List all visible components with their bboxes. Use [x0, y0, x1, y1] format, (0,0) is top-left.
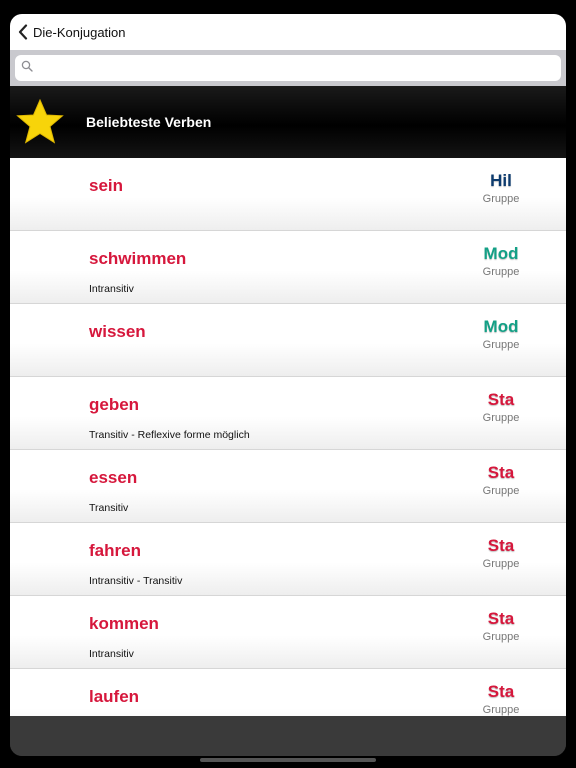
chevron-left-icon	[18, 24, 28, 40]
search-input[interactable]	[37, 59, 561, 77]
group-badge: Sta Gruppe	[472, 682, 530, 716]
app-screen: Die-Konjugation Beliebteste Verben sein …	[10, 14, 566, 756]
group-badge: Mod Gruppe	[472, 317, 530, 351]
list-item[interactable]: sein Hil Gruppe	[10, 158, 566, 231]
group-label: Gruppe	[482, 339, 520, 351]
back-button[interactable]: Die-Konjugation	[18, 24, 126, 40]
group-label: Gruppe	[482, 266, 520, 278]
verb-name: schwimmen	[89, 249, 187, 268]
group-code: Mod	[483, 317, 519, 336]
group-code: Sta	[487, 390, 515, 409]
group-badge: Mod Gruppe	[472, 244, 530, 278]
list-item[interactable]: kommen Intransitiv Sta Gruppe	[10, 596, 566, 669]
list-item[interactable]: essen Transitiv Sta Gruppe	[10, 450, 566, 523]
group-code: Hil	[490, 171, 512, 190]
group-badge: Sta Gruppe	[472, 536, 530, 570]
section-header: Beliebteste Verben	[10, 86, 566, 158]
group-code: Sta	[487, 609, 515, 628]
list-item[interactable]: fahren Intransitiv - Transitiv Sta Grupp…	[10, 523, 566, 596]
group-badge: Sta Gruppe	[472, 390, 530, 424]
verb-type: Transitiv - Reflexive forme möglich	[89, 429, 250, 441]
section-title: Beliebteste Verben	[86, 114, 212, 130]
group-code: Sta	[487, 463, 515, 482]
search-field[interactable]	[15, 55, 561, 81]
list-item[interactable]: geben Transitiv - Reflexive forme möglic…	[10, 377, 566, 450]
group-label: Gruppe	[482, 704, 520, 716]
navigation-bar: Die-Konjugation	[10, 14, 566, 50]
group-badge: Sta Gruppe	[472, 463, 530, 497]
search-bar	[10, 50, 566, 86]
verb-name: essen	[89, 468, 138, 487]
back-button-label: Die-Konjugation	[33, 24, 126, 40]
home-indicator	[200, 758, 376, 762]
verb-type: Intransitiv - Transitiv	[89, 575, 183, 587]
group-badge: Hil Gruppe	[472, 171, 530, 205]
verb-name: wissen	[89, 322, 146, 341]
bottom-toolbar	[10, 716, 566, 756]
group-label: Gruppe	[482, 412, 520, 424]
star-icon	[10, 99, 64, 145]
group-label: Gruppe	[482, 558, 520, 570]
group-label: Gruppe	[482, 193, 520, 205]
verb-list: sein Hil Gruppe schwimmen Intransitiv Mo…	[10, 158, 566, 716]
verb-name: laufen	[89, 687, 140, 706]
group-badge: Sta Gruppe	[472, 609, 530, 643]
list-item[interactable]: wissen Mod Gruppe	[10, 304, 566, 377]
verb-type: Transitiv	[89, 502, 129, 514]
verb-name: kommen	[89, 614, 159, 633]
group-code: Mod	[483, 244, 519, 263]
list-item[interactable]: schwimmen Intransitiv Mod Gruppe	[10, 231, 566, 304]
verb-name: geben	[89, 395, 140, 414]
group-label: Gruppe	[482, 631, 520, 643]
verb-name: sein	[89, 176, 124, 195]
verb-type: Intransitiv	[89, 283, 134, 295]
group-code: Sta	[487, 682, 515, 701]
group-label: Gruppe	[482, 485, 520, 497]
verb-name: fahren	[89, 541, 141, 560]
list-item[interactable]: laufen Sta Gruppe	[10, 669, 566, 716]
verb-type: Intransitiv	[89, 648, 134, 660]
group-code: Sta	[487, 536, 515, 555]
search-icon	[15, 59, 33, 77]
